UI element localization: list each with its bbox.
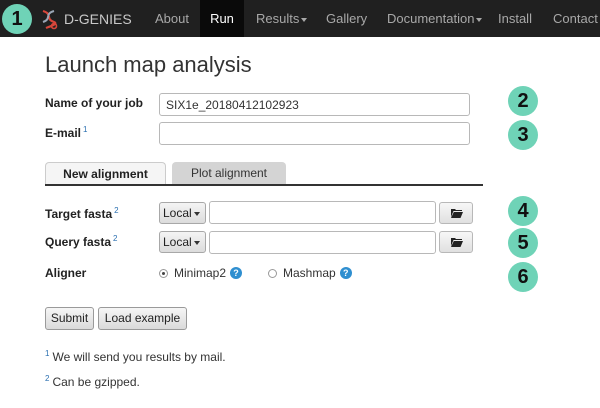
job-name-input[interactable] xyxy=(159,93,470,116)
footnote-marker: 2 xyxy=(114,206,119,215)
footnote-marker: 1 xyxy=(83,125,88,134)
target-fasta-label: Target fasta 2 xyxy=(45,206,119,221)
nav-about[interactable]: About xyxy=(145,0,199,37)
step-badge-6: 6 xyxy=(508,262,538,292)
target-source-select[interactable]: Local xyxy=(159,202,206,224)
nav-run[interactable]: Run xyxy=(200,0,244,37)
nav-install[interactable]: Install xyxy=(498,0,538,37)
tabs-divider xyxy=(45,184,483,186)
aligner-option-minimap2[interactable]: Minimap2 ? xyxy=(159,266,243,280)
caret-down-icon xyxy=(194,241,200,245)
step-badge-4: 4 xyxy=(508,196,538,226)
tab-new-alignment[interactable]: New alignment xyxy=(45,162,166,185)
page-title: Launch map analysis xyxy=(45,52,252,77)
brand-link[interactable]: D-GENIES xyxy=(38,0,132,37)
step-badge-5: 5 xyxy=(508,228,538,258)
brand-name: D-GENIES xyxy=(64,10,132,27)
footnote-1: 1 We will send you results by mail. xyxy=(45,349,226,364)
folder-open-icon xyxy=(451,238,463,247)
query-source-select[interactable]: Local xyxy=(159,231,206,253)
tab-plot-alignment[interactable]: Plot alignment xyxy=(172,162,286,185)
radio-button-checked[interactable] xyxy=(159,268,168,278)
help-icon[interactable]: ? xyxy=(230,267,243,279)
step-badge-3: 3 xyxy=(508,120,538,150)
footnote-marker: 1 xyxy=(45,349,50,358)
email-label: E-mail 1 xyxy=(45,125,88,140)
nav-results-dropdown[interactable]: Results xyxy=(256,0,314,37)
footnote-marker: 2 xyxy=(113,234,118,243)
query-browse-button[interactable] xyxy=(439,231,473,253)
footnote-2: 2 Can be gzipped. xyxy=(45,374,140,389)
dgenies-logo-icon xyxy=(42,9,58,29)
caret-down-icon xyxy=(194,212,200,216)
aligner-label: Aligner xyxy=(45,266,87,280)
query-fasta-input[interactable] xyxy=(209,231,436,254)
target-fasta-input[interactable] xyxy=(209,201,436,224)
caret-down-icon xyxy=(301,17,308,22)
top-navbar: D-GENIES About Run Results Gallery Docum… xyxy=(0,0,600,37)
footnote-marker: 2 xyxy=(45,374,50,383)
nav-documentation-dropdown[interactable]: Documentation xyxy=(387,0,483,37)
aligner-option-label: Mashmap xyxy=(283,266,336,280)
radio-button[interactable] xyxy=(268,268,277,278)
submit-button[interactable]: Submit xyxy=(45,307,94,330)
job-name-label: Name of your job xyxy=(45,96,144,110)
nav-contact[interactable]: Contact xyxy=(553,0,600,37)
nav-gallery[interactable]: Gallery xyxy=(326,0,374,37)
step-badge-2: 2 xyxy=(508,86,538,116)
query-fasta-label: Query fasta 2 xyxy=(45,234,118,249)
aligner-option-label: Minimap2 xyxy=(174,266,227,280)
folder-open-icon xyxy=(451,209,463,218)
target-browse-button[interactable] xyxy=(439,202,473,224)
step-badge-1: 1 xyxy=(2,4,32,34)
email-input[interactable] xyxy=(159,122,470,145)
aligner-option-mashmap[interactable]: Mashmap ? xyxy=(268,266,352,280)
caret-down-icon xyxy=(476,17,483,22)
load-example-button[interactable]: Load example xyxy=(98,307,187,330)
help-icon[interactable]: ? xyxy=(339,267,352,279)
